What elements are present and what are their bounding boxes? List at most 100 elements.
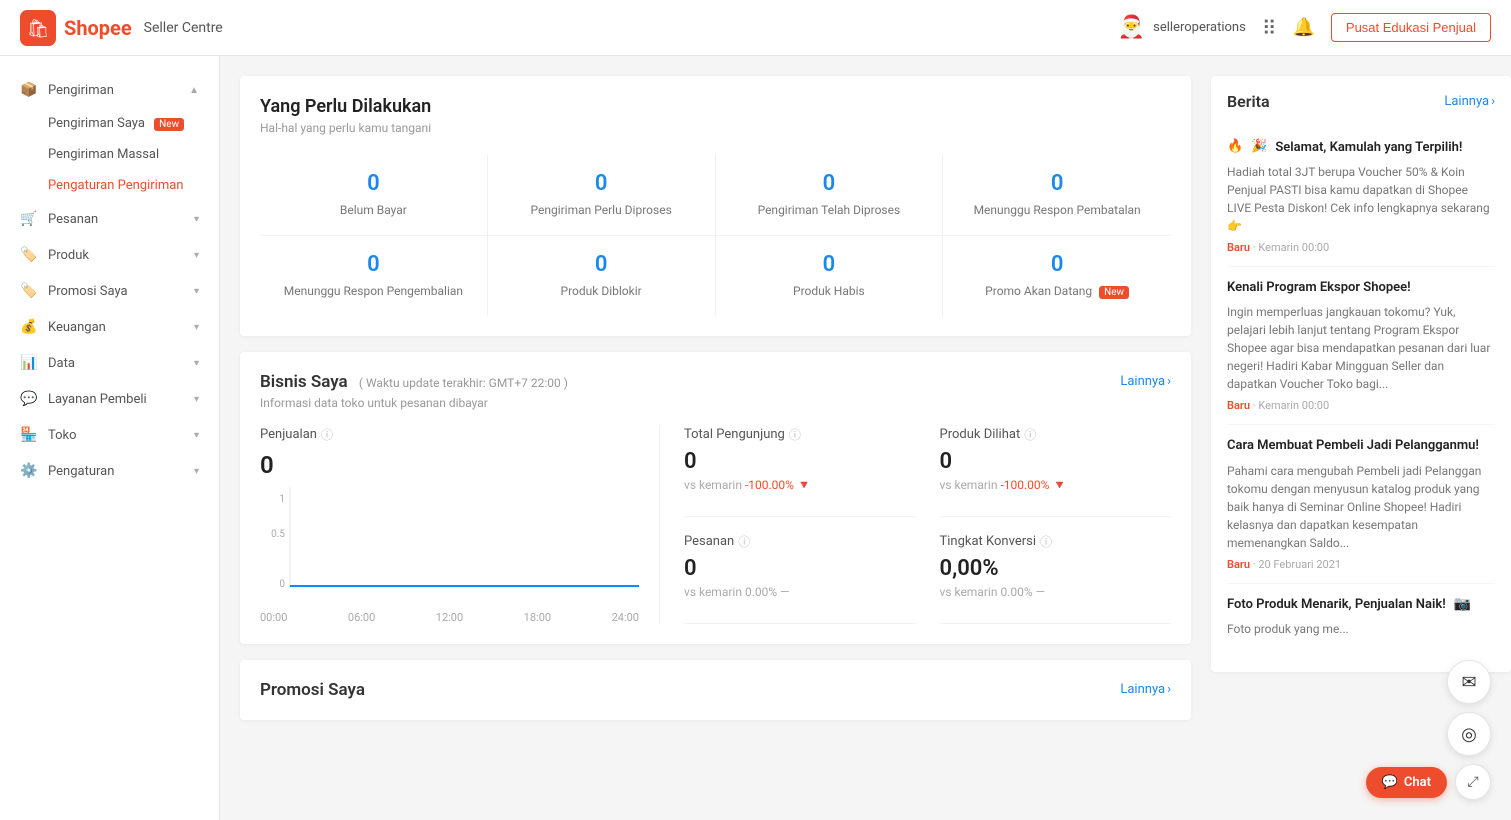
promosi-saya-card: Promosi Saya Lainnya › bbox=[240, 660, 1191, 720]
svg-text:0.5: 0.5 bbox=[271, 529, 285, 540]
chevron-down-icon: ▾ bbox=[194, 250, 199, 261]
sidebar-item-data[interactable]: 📊 Data ▾ bbox=[0, 345, 219, 381]
stat-value-pengunjung: 0 bbox=[684, 449, 916, 474]
task-produk-diblokir[interactable]: 0 Produk Diblokir bbox=[488, 236, 716, 316]
chat-button[interactable]: 💬 Chat bbox=[1366, 767, 1447, 798]
promo-new-badge: New bbox=[1099, 286, 1129, 299]
sidebar-item-layanan[interactable]: 💬 Layanan Pembeli ▾ bbox=[0, 381, 219, 417]
tasks-row2: 0 Menunggu Respon Pengembalian 0 Produk … bbox=[260, 235, 1171, 316]
stat-label-produk-dilihat: Produk Dilihat ⓘ bbox=[940, 426, 1172, 443]
edu-button[interactable]: Pusat Edukasi Penjual bbox=[1331, 13, 1491, 42]
chevron-down-icon: ▾ bbox=[194, 358, 199, 369]
sidebar: 📦 Pengiriman ▲ Pengiriman Saya New Pengi… bbox=[0, 56, 220, 820]
sidebar-item-pesanan[interactable]: 🛒 Pesanan ▾ bbox=[0, 201, 219, 237]
promosi-lainnya-link[interactable]: Lainnya › bbox=[1120, 682, 1171, 697]
task-pengiriman-perlu[interactable]: 0 Pengiriman Perlu Diproses bbox=[488, 155, 716, 235]
berita-item-body-1: Ingin memperluas jangkauan tokomu? Yuk, … bbox=[1227, 303, 1495, 393]
task-belum-bayar[interactable]: 0 Belum Bayar bbox=[260, 155, 488, 235]
sidebar-item-pengiriman[interactable]: 📦 Pengiriman ▲ bbox=[0, 72, 219, 108]
promosi-title: Promosi Saya bbox=[260, 680, 365, 700]
berita-time-0: Kemarin 00:00 bbox=[1258, 241, 1329, 254]
chat-row: 💬 Chat ⤢ bbox=[1366, 764, 1491, 800]
task-menunggu-pengembalian[interactable]: 0 Menunggu Respon Pengembalian bbox=[260, 236, 488, 316]
svg-text:1: 1 bbox=[279, 494, 285, 505]
message-float-button[interactable]: ✉ bbox=[1447, 660, 1491, 704]
toko-icon: 🏪 bbox=[20, 427, 38, 443]
sidebar-sub-pengiriman-saya[interactable]: Pengiriman Saya New bbox=[0, 108, 219, 139]
task-menunggu-pembatalan[interactable]: 0 Menunggu Respon Pembatalan bbox=[943, 155, 1171, 235]
sidebar-sub-pengaturan-pengiriman[interactable]: Pengaturan Pengiriman bbox=[0, 170, 219, 201]
task-label-6: Produk Habis bbox=[793, 283, 865, 300]
berita-item-title-1: Kenali Program Ekspor Shopee! bbox=[1227, 279, 1495, 297]
sidebar-item-keuangan[interactable]: 💰 Keuangan ▾ bbox=[0, 309, 219, 345]
yang-perlu-title: Yang Perlu Dilakukan bbox=[260, 96, 1171, 117]
stat-info-icon-2[interactable]: ⓘ bbox=[738, 533, 750, 550]
bisnis-lainnya-link[interactable]: Lainnya › bbox=[1120, 374, 1171, 389]
expand-button[interactable]: ⤢ bbox=[1455, 764, 1491, 800]
sidebar-label-produk: Produk bbox=[48, 248, 89, 263]
bisnis-time: ( Waktu update terakhir: GMT+7 22:00 ) bbox=[359, 376, 568, 390]
settings-float-button[interactable]: ◎ bbox=[1447, 712, 1491, 756]
bell-icon[interactable]: 🔔 bbox=[1292, 17, 1314, 38]
stat-info-icon-1[interactable]: ⓘ bbox=[1024, 426, 1036, 443]
sidebar-item-pengaturan[interactable]: ⚙️ Pengaturan ▾ bbox=[0, 453, 219, 489]
task-promo-datang[interactable]: 0 Promo Akan Datang New bbox=[943, 236, 1171, 316]
stat-vs-produk-dilihat: vs kemarin -100.00% 🔻 bbox=[940, 478, 1172, 492]
bisnis-header: Bisnis Saya ( Waktu update terakhir: GMT… bbox=[260, 372, 1171, 392]
settings-circle-icon: ◎ bbox=[1461, 724, 1477, 745]
new-badge: New bbox=[154, 118, 184, 131]
bisnis-title: Bisnis Saya bbox=[260, 372, 348, 392]
bisnis-content: Penjualan ⓘ 0 1 bbox=[260, 426, 1171, 624]
stat-pengunjung: Total Pengunjung ⓘ 0 vs kemarin -100.00%… bbox=[684, 426, 916, 517]
berita-item-title-0: Selamat, Kamulah yang Terpilih! bbox=[1275, 139, 1462, 157]
chevron-down-icon: ▾ bbox=[194, 322, 199, 333]
berita-baru-0: Baru bbox=[1227, 241, 1250, 254]
username: selleroperations bbox=[1153, 20, 1246, 35]
berita-item-0[interactable]: 🔥 🎉 Selamat, Kamulah yang Terpilih! Hadi… bbox=[1227, 127, 1495, 267]
berita-item-2[interactable]: Cara Membuat Pembeli Jadi Pelangganmu! P… bbox=[1227, 425, 1495, 583]
sidebar-item-toko[interactable]: 🏪 Toko ▾ bbox=[0, 417, 219, 453]
task-pengiriman-telah[interactable]: 0 Pengiriman Telah Diproses bbox=[716, 155, 944, 235]
berita-item-body-3: Foto produk yang me... bbox=[1227, 620, 1495, 638]
sidebar-label-data: Data bbox=[48, 356, 75, 371]
header-right: 🎅 selleroperations ⠿ 🔔 Pusat Edukasi Pen… bbox=[1118, 13, 1491, 42]
chart-info-icon[interactable]: ⓘ bbox=[321, 426, 333, 443]
berita-lainnya-link[interactable]: Lainnya › bbox=[1444, 94, 1495, 109]
promosi-icon: 🏷️ bbox=[20, 283, 38, 299]
sidebar-sub-pengiriman-massal[interactable]: Pengiriman Massal bbox=[0, 139, 219, 170]
stat-value-produk-dilihat: 0 bbox=[940, 449, 1172, 474]
sidebar-item-promosi[interactable]: 🏷️ Promosi Saya ▾ bbox=[0, 273, 219, 309]
berita-baru-2: Baru bbox=[1227, 558, 1250, 571]
stats-area: Total Pengunjung ⓘ 0 vs kemarin -100.00%… bbox=[660, 426, 1171, 624]
chart-value: 0 bbox=[260, 451, 639, 479]
x-label-4: 24:00 bbox=[612, 611, 639, 624]
stat-konversi: Tingkat Konversi ⓘ 0,00% vs kemarin 0.00… bbox=[940, 533, 1172, 624]
task-label-4: Menunggu Respon Pengembalian bbox=[284, 283, 463, 300]
yang-perlu-subtitle: Hal-hal yang perlu kamu tangani bbox=[260, 121, 1171, 135]
chevron-down-icon: ▾ bbox=[194, 466, 199, 477]
chevron-right-icon: › bbox=[1491, 94, 1495, 109]
stat-info-icon-0[interactable]: ⓘ bbox=[789, 426, 801, 443]
sidebar-label-pengiriman: Pengiriman bbox=[48, 83, 114, 98]
stat-vs-konversi: vs kemarin 0.00% — bbox=[940, 585, 1172, 599]
x-label-0: 00:00 bbox=[260, 611, 287, 624]
stat-info-icon-3[interactable]: ⓘ bbox=[1040, 533, 1052, 550]
stat-label-pengunjung: Total Pengunjung ⓘ bbox=[684, 426, 916, 443]
berita-emoji-0: 🎉 bbox=[1251, 139, 1267, 154]
grid-icon[interactable]: ⠿ bbox=[1262, 16, 1277, 40]
main-content: Yang Perlu Dilakukan Hal-hal yang perlu … bbox=[220, 56, 1211, 820]
shopee-logo-icon: 🛍 bbox=[20, 10, 56, 46]
berita-item-body-2: Pahami cara mengubah Pembeli jadi Pelang… bbox=[1227, 462, 1495, 552]
berita-time-1: Kemarin 00:00 bbox=[1258, 399, 1329, 412]
task-produk-habis[interactable]: 0 Produk Habis bbox=[716, 236, 944, 316]
task-label-3: Menunggu Respon Pembatalan bbox=[974, 202, 1141, 219]
task-value-1: 0 bbox=[595, 171, 608, 196]
berita-item-3[interactable]: Foto Produk Menarik, Penjualan Naik! 📷 F… bbox=[1227, 584, 1495, 656]
main-layout: 📦 Pengiriman ▲ Pengiriman Saya New Pengi… bbox=[0, 56, 1511, 820]
task-value-2: 0 bbox=[823, 171, 836, 196]
pengiriman-icon: 📦 bbox=[20, 82, 38, 98]
sidebar-item-produk[interactable]: 🏷️ Produk ▾ bbox=[0, 237, 219, 273]
berita-item-1[interactable]: Kenali Program Ekspor Shopee! Ingin memp… bbox=[1227, 267, 1495, 425]
task-value-6: 0 bbox=[823, 252, 836, 277]
chart-x-labels: 00:00 06:00 12:00 18:00 24:00 bbox=[260, 611, 639, 624]
